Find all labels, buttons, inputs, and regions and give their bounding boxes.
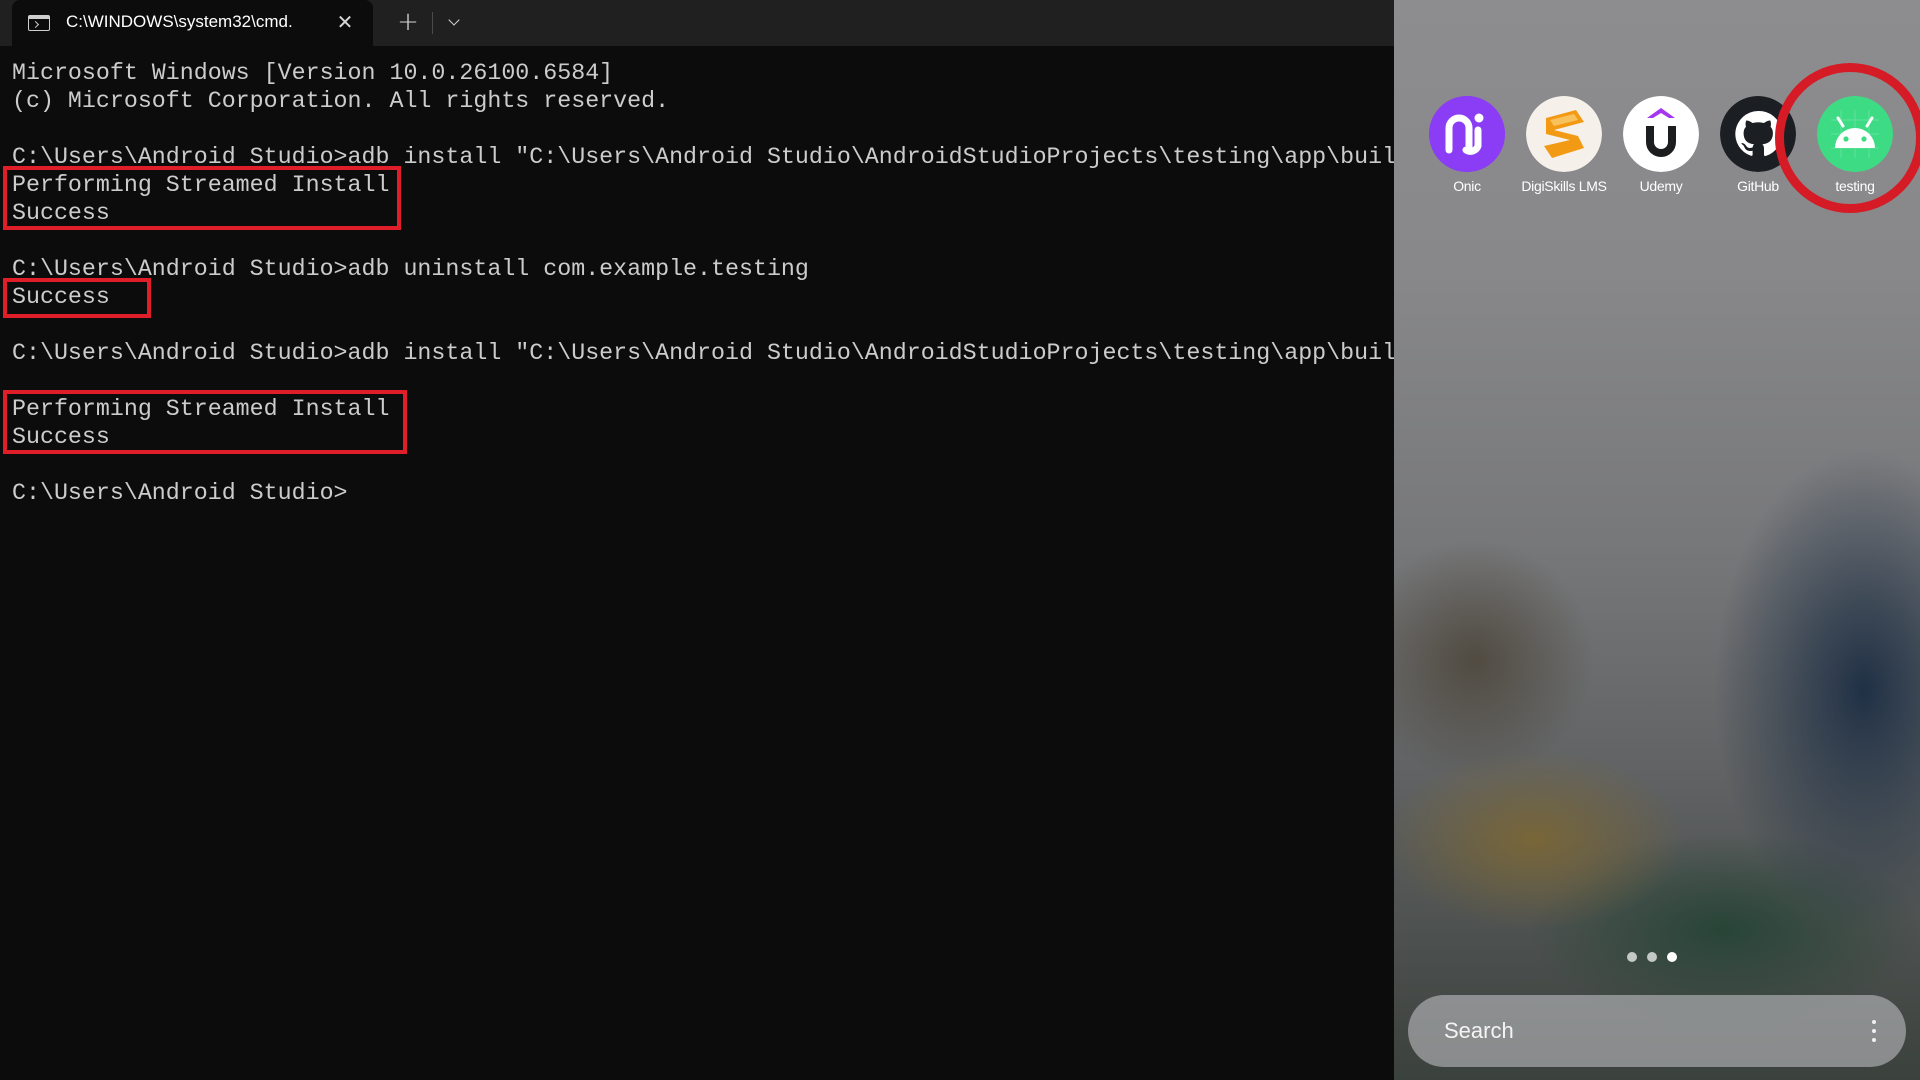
console-line: C:\Users\Android Studio>adb install "C:\… bbox=[12, 340, 1394, 366]
search-bar[interactable]: Search bbox=[1408, 995, 1906, 1067]
app-onic[interactable]: Onic bbox=[1412, 96, 1508, 206]
console-prompt: C:\Users\Android Studio> bbox=[12, 480, 348, 506]
more-vertical-icon[interactable] bbox=[1868, 1017, 1880, 1045]
kebab-dot bbox=[1872, 1029, 1876, 1033]
highlight-box bbox=[3, 390, 407, 454]
udemy-icon bbox=[1623, 96, 1699, 172]
console-line: (c) Microsoft Corporation. All rights re… bbox=[12, 88, 670, 114]
page-dot-active bbox=[1667, 952, 1677, 962]
highlight-circle bbox=[1775, 63, 1920, 213]
new-tab-button[interactable]: + bbox=[394, 8, 422, 36]
digiskills-icon bbox=[1526, 96, 1602, 172]
kebab-dot bbox=[1872, 1020, 1876, 1024]
chevron-down-icon[interactable] bbox=[442, 8, 468, 36]
terminal-icon bbox=[28, 15, 50, 31]
plus-icon: + bbox=[397, 7, 419, 37]
screen: C:\WINDOWS\system32\cmd. ✕ + Microsoft W… bbox=[0, 0, 1920, 1080]
close-icon[interactable]: ✕ bbox=[332, 9, 358, 35]
terminal-window: C:\WINDOWS\system32\cmd. ✕ + Microsoft W… bbox=[0, 0, 1394, 1080]
kebab-dot bbox=[1872, 1038, 1876, 1042]
console-line: Microsoft Windows [Version 10.0.26100.65… bbox=[12, 60, 614, 86]
highlight-box bbox=[3, 278, 151, 318]
tab-cmd[interactable]: C:\WINDOWS\system32\cmd. ✕ bbox=[12, 0, 373, 46]
page-dot bbox=[1647, 952, 1657, 962]
terminal-titlebar: C:\WINDOWS\system32\cmd. ✕ + bbox=[0, 0, 1394, 46]
page-dot bbox=[1627, 952, 1637, 962]
tab-divider bbox=[432, 12, 433, 34]
console-output[interactable]: Microsoft Windows [Version 10.0.26100.65… bbox=[0, 46, 1394, 1080]
app-udemy[interactable]: Udemy bbox=[1606, 96, 1702, 206]
search-placeholder: Search bbox=[1444, 1018, 1514, 1043]
page-indicator bbox=[1622, 952, 1682, 964]
tab-title: C:\WINDOWS\system32\cmd. bbox=[66, 12, 293, 31]
highlight-box bbox=[3, 166, 401, 230]
onic-icon bbox=[1429, 96, 1505, 172]
app-digiskills-lms[interactable]: DigiSkills LMS bbox=[1509, 96, 1607, 206]
